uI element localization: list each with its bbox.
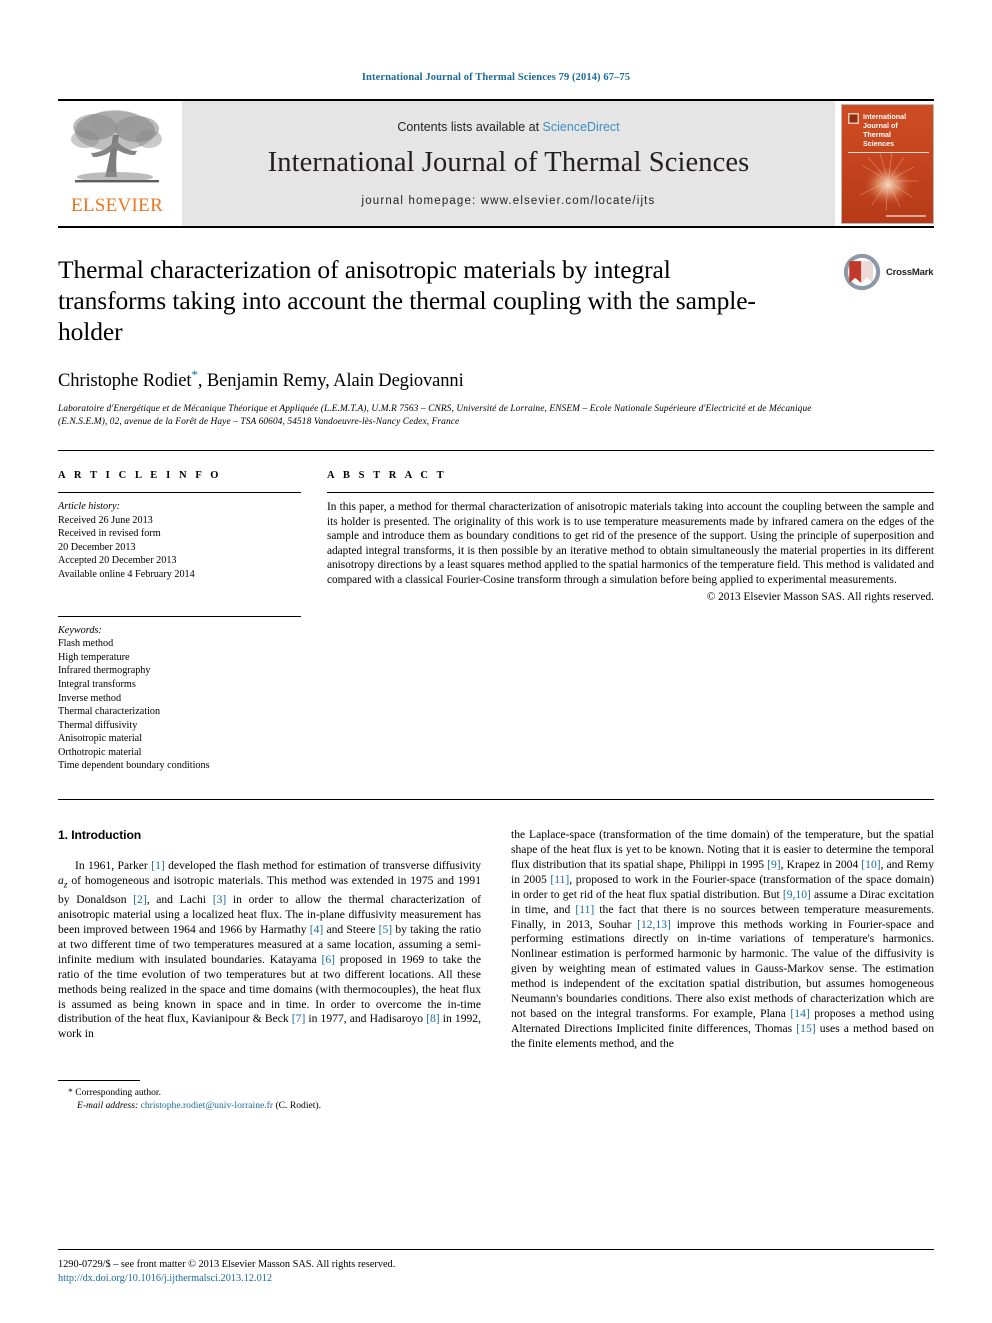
paper-page: International Journal of Thermal Science… — [0, 0, 992, 1323]
page-title: Thermal characterization of anisotropic … — [58, 255, 756, 346]
text-run: in 1977, and Hadisaroyo — [305, 1012, 427, 1026]
article-info-heading: A R T I C L E I N F O — [58, 469, 222, 481]
citation-link[interactable]: [12,13] — [637, 918, 671, 931]
keywords-divider — [58, 615, 301, 617]
citation-link[interactable]: [10] — [861, 858, 880, 871]
text-run: , and Lachi — [146, 893, 213, 907]
footnote-divider — [58, 1080, 140, 1082]
list-item: Thermal diffusivity — [58, 719, 138, 731]
list-item: Received 26 June 2013 — [58, 514, 153, 526]
abstract-divider — [327, 491, 934, 493]
article-history-label: Article history: — [58, 500, 120, 512]
footnote-email-label: E-mail address: — [77, 1100, 139, 1112]
citation-link[interactable]: [6] — [322, 953, 336, 966]
intro-paragraph-right: the Laplace-space (transformation of the… — [511, 828, 934, 1052]
list-item: High temperature — [58, 651, 130, 663]
footer-divider — [58, 1249, 934, 1251]
elsevier-tree-icon — [65, 105, 169, 197]
list-item: Inverse method — [58, 692, 122, 704]
abstract-text: In this paper, a method for thermal char… — [327, 500, 934, 586]
abstract-copyright: © 2013 Elsevier Masson SAS. All rights r… — [706, 590, 934, 603]
journal-title: International Journal of Thermal Science… — [267, 147, 750, 178]
footnote-corresponding-author: * Corresponding author. — [68, 1087, 161, 1099]
citation-link[interactable]: [2] — [133, 893, 147, 906]
keywords-list: Flash method High temperature Infrared t… — [58, 637, 301, 773]
text-run: , Krapez in 2004 — [780, 857, 862, 871]
intro-paragraph-left: In 1961, Parker [1] developed the flash … — [58, 859, 481, 1042]
text-run: and Steere — [323, 923, 379, 936]
doi-link[interactable]: http://dx.doi.org/10.1016/j.ijthermalsci… — [58, 1272, 934, 1285]
list-item: Received in revised form — [58, 528, 161, 540]
body-columns: 1. Introduction In 1961, Parker [1] deve… — [58, 799, 934, 1112]
citation-link[interactable]: [4] — [310, 923, 324, 936]
crossmark-badge[interactable]: CrossMark — [842, 250, 934, 294]
citation-link[interactable]: [7] — [292, 1012, 306, 1025]
citation-link[interactable]: [9] — [767, 858, 781, 871]
sciencedirect-link[interactable]: ScienceDirect — [543, 120, 620, 134]
footnote-block: * Corresponding author. E-mail address: … — [58, 1080, 481, 1112]
citation-link[interactable]: [3] — [213, 893, 227, 906]
list-item: Infrared thermography — [58, 665, 151, 677]
text-run: In 1961, Parker — [75, 859, 152, 873]
abstract-heading: A B S T R A C T — [327, 469, 447, 481]
list-item: Available online 4 February 2014 — [58, 568, 195, 580]
email-link[interactable]: christophe.rodiet@univ-lorraine.fr — [141, 1100, 273, 1111]
list-item: Time dependent boundary conditions — [58, 760, 210, 772]
title-block: CrossMark Thermal characterization of an… — [58, 226, 934, 428]
elsevier-wordmark: ELSEVIER — [70, 195, 164, 216]
article-info-column: A R T I C L E I N F O Article history: R… — [58, 470, 301, 773]
text-run: improve this methods working in Fourier-… — [511, 917, 934, 1020]
crossmark-label: CrossMark — [886, 266, 934, 278]
body-column-left: 1. Introduction In 1961, Parker [1] deve… — [58, 828, 481, 1112]
article-info-divider — [58, 491, 301, 493]
section-heading-introduction: 1. Introduction — [58, 828, 142, 843]
svg-text:Journal of: Journal of — [863, 121, 898, 130]
citation-link[interactable]: [11] — [575, 903, 594, 916]
list-item: Anisotropic material — [58, 733, 143, 745]
journal-masthead: ELSEVIER Contents lists available at Sci… — [58, 99, 934, 226]
author-corresponding: Christophe Rodiet — [58, 371, 192, 392]
affiliation: Laboratoire d'Energétique et de Mécaniqu… — [58, 404, 812, 427]
running-head: International Journal of Thermal Science… — [361, 72, 631, 83]
contents-prefix: Contents lists available at — [397, 120, 543, 134]
svg-text:Sciences: Sciences — [863, 139, 894, 148]
journal-homepage[interactable]: journal homepage: www.elsevier.com/locat… — [362, 195, 656, 207]
list-item: Orthotropic material — [58, 746, 142, 758]
keywords-label: Keywords: — [58, 624, 102, 636]
journal-cover-thumbnail: International Journal of Thermal Science… — [841, 103, 934, 224]
citation-link[interactable]: [11] — [550, 873, 569, 886]
svg-text:Thermal: Thermal — [863, 130, 891, 139]
keywords-block: Keywords: Flash method High temperature … — [58, 615, 301, 774]
citation-link[interactable]: [1] — [151, 859, 165, 872]
list-item: Thermal characterization — [58, 706, 161, 718]
citation-link[interactable]: [5] — [379, 923, 393, 936]
body-column-right: the Laplace-space (transformation of the… — [511, 828, 934, 1112]
footnote-email-suffix: (C. Rodiet). — [273, 1100, 322, 1112]
citation-link[interactable]: [8] — [426, 1012, 440, 1025]
author-rest: , Benjamin Remy, Alain Degiovanni — [197, 371, 464, 392]
contents-available-line: Contents lists available at ScienceDirec… — [397, 120, 619, 134]
citation-link[interactable]: [9,10] — [783, 888, 811, 901]
list-item: Flash method — [58, 638, 114, 650]
list-item: Accepted 20 December 2013 — [58, 555, 177, 567]
list-item: 20 December 2013 — [58, 541, 136, 553]
crossmark-icon — [843, 253, 881, 291]
info-abstract-section: A R T I C L E I N F O Article history: R… — [58, 449, 934, 773]
issn-copyright-line: 1290-0729/$ – see front matter © 2013 El… — [58, 1259, 396, 1271]
author-list: Christophe Rodiet*, Benjamin Remy, Alain… — [58, 367, 934, 392]
svg-text:International: International — [863, 112, 906, 121]
text-run: developed the flash method for estimatio… — [164, 859, 481, 873]
page-footer: 1290-0729/$ – see front matter © 2013 El… — [58, 1249, 934, 1285]
elsevier-logo: ELSEVIER — [58, 101, 176, 226]
citation-link[interactable]: [15] — [796, 1022, 815, 1035]
journal-band: Contents lists available at ScienceDirec… — [182, 101, 835, 226]
abstract-column: A B S T R A C T In this paper, a method … — [327, 470, 934, 773]
footnote-email: E-mail address: christophe.rodiet@univ-l… — [58, 1099, 481, 1112]
article-history-list: Received 26 June 2013 Received in revise… — [58, 514, 301, 582]
citation-link[interactable]: [14] — [790, 1007, 809, 1020]
list-item: Integral transforms — [58, 678, 136, 690]
